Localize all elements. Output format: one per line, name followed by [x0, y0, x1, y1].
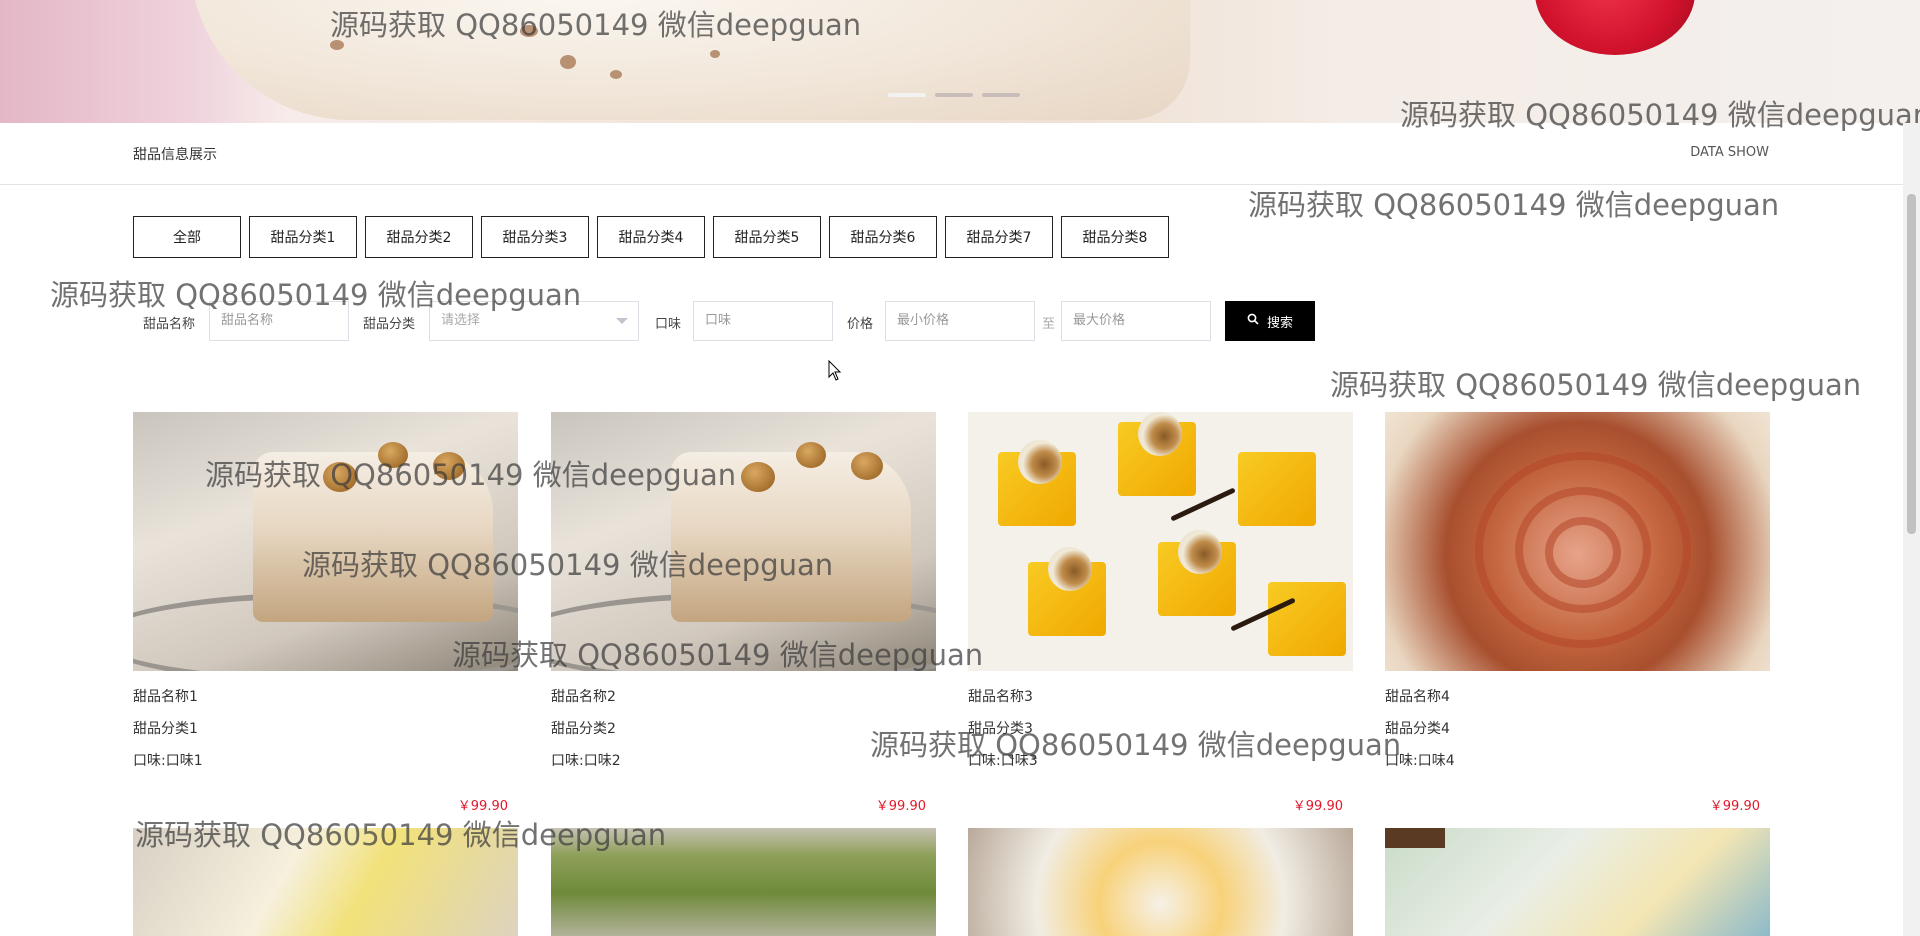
- page-scrollbar[interactable]: [1903, 123, 1920, 936]
- product-info: 甜品名称2 甜品分类2 口味:口味2 ￥99.90: [551, 671, 936, 814]
- ball-shape: [1178, 530, 1222, 574]
- category-label: 甜品分类: [363, 317, 416, 332]
- banner-strawberry-image: [1535, 0, 1695, 55]
- product-info: 甜品名称3 甜品分类3 口味:口味3 ￥99.90: [968, 671, 1353, 814]
- section-header: 甜品信息展示 DATA SHOW: [0, 123, 1920, 185]
- ball-shape: [1138, 412, 1182, 456]
- product-image[interactable]: [1385, 828, 1770, 936]
- search-icon: [1247, 313, 1259, 329]
- cube-shape: [1268, 582, 1346, 656]
- product-taste: 口味:口味3: [968, 753, 1038, 769]
- tab-category-6[interactable]: 甜品分类6: [829, 216, 937, 258]
- banner-crumb: [520, 25, 538, 37]
- nut-shape: [433, 452, 465, 480]
- product-info: 甜品名称4 甜品分类4 口味:口味4 ￥99.90: [1385, 671, 1770, 814]
- tab-category-1[interactable]: 甜品分类1: [249, 216, 357, 258]
- section-subtitle: DATA SHOW: [1690, 145, 1769, 160]
- taste-input[interactable]: 口味: [693, 301, 833, 341]
- banner-crumb: [610, 70, 622, 79]
- product-card[interactable]: 甜品名称2 甜品分类2 口味:口味2 ￥99.90: [551, 412, 936, 814]
- product-category: 甜品分类4: [1385, 721, 1450, 737]
- nut-shape: [323, 462, 357, 492]
- min-price-input[interactable]: 最小价格: [885, 301, 1035, 341]
- carousel-dot-2[interactable]: [935, 93, 973, 97]
- petal-shape: [1545, 517, 1621, 588]
- banner-carousel[interactable]: [0, 0, 1920, 123]
- carousel-dot-1[interactable]: [888, 93, 926, 97]
- cube-shape: [1238, 452, 1316, 526]
- watermark-text: 源码获取 QQ86050149 微信deepguan: [1330, 368, 1862, 402]
- product-price: ￥99.90: [457, 799, 508, 814]
- nut-shape: [741, 462, 775, 492]
- search-button[interactable]: 搜索: [1225, 301, 1315, 341]
- mouse-cursor-icon: [828, 359, 842, 386]
- product-name: 甜品名称3: [968, 689, 1033, 705]
- product-name: 甜品名称1: [133, 689, 198, 705]
- product-info: 甜品名称1 甜品分类1 口味:口味1 ￥99.90: [133, 671, 518, 814]
- product-card[interactable]: 甜品名称1 甜品分类1 口味:口味1 ￥99.90: [133, 412, 518, 814]
- tab-all[interactable]: 全部: [133, 216, 241, 258]
- price-separator: 至: [1042, 317, 1056, 332]
- carousel-indicators: [888, 93, 1020, 97]
- max-price-input[interactable]: 最大价格: [1061, 301, 1211, 341]
- product-taste: 口味:口味4: [1385, 753, 1455, 769]
- name-input[interactable]: 甜品名称: [209, 301, 349, 341]
- product-card[interactable]: [551, 828, 936, 936]
- product-price: ￥99.90: [1709, 799, 1760, 814]
- product-name: 甜品名称4: [1385, 689, 1450, 705]
- watermark-text: 源码获取 QQ86050149 微信deepguan: [1248, 188, 1780, 222]
- tab-category-5[interactable]: 甜品分类5: [713, 216, 821, 258]
- nut-shape: [851, 452, 883, 480]
- brand-logo: [1385, 828, 1445, 848]
- product-category: 甜品分类2: [551, 721, 616, 737]
- product-card[interactable]: [1385, 828, 1770, 936]
- ball-shape: [1018, 440, 1062, 484]
- name-label: 甜品名称: [143, 317, 196, 332]
- product-image[interactable]: [133, 828, 518, 936]
- nut-shape: [796, 442, 826, 468]
- product-taste: 口味:口味1: [133, 753, 203, 769]
- product-taste: 口味:口味2: [551, 753, 621, 769]
- taste-label: 口味: [655, 317, 682, 332]
- tab-category-8[interactable]: 甜品分类8: [1061, 216, 1169, 258]
- tab-category-3[interactable]: 甜品分类3: [481, 216, 589, 258]
- search-button-label: 搜索: [1266, 315, 1293, 331]
- product-category: 甜品分类1: [133, 721, 198, 737]
- chevron-down-icon: [616, 318, 628, 324]
- product-card[interactable]: [133, 828, 518, 936]
- category-select[interactable]: 请选择: [429, 301, 639, 341]
- product-image[interactable]: [551, 828, 936, 936]
- product-image[interactable]: [968, 828, 1353, 936]
- product-card[interactable]: 甜品名称3 甜品分类3 口味:口味3 ￥99.90: [968, 412, 1353, 814]
- section-title: 甜品信息展示: [133, 147, 217, 163]
- product-card[interactable]: 甜品名称4 甜品分类4 口味:口味4 ￥99.90: [1385, 412, 1770, 814]
- tab-category-4[interactable]: 甜品分类4: [597, 216, 705, 258]
- product-image[interactable]: [551, 412, 936, 671]
- tab-category-2[interactable]: 甜品分类2: [365, 216, 473, 258]
- tab-category-7[interactable]: 甜品分类7: [945, 216, 1053, 258]
- banner-crumb: [330, 40, 344, 50]
- product-image[interactable]: [968, 412, 1353, 671]
- banner-cake-image: [190, 0, 1190, 120]
- scrollbar-thumb[interactable]: [1907, 194, 1916, 534]
- product-price: ￥99.90: [875, 799, 926, 814]
- price-label: 价格: [847, 317, 874, 332]
- category-tabs: 全部 甜品分类1 甜品分类2 甜品分类3 甜品分类4 甜品分类5 甜品分类6 甜…: [133, 216, 1169, 258]
- product-price: ￥99.90: [1292, 799, 1343, 814]
- product-category: 甜品分类3: [968, 721, 1033, 737]
- category-select-value: 请选择: [441, 313, 481, 328]
- product-image[interactable]: [1385, 412, 1770, 671]
- nut-shape: [378, 442, 408, 468]
- banner-crumb: [710, 50, 720, 58]
- carousel-dot-3[interactable]: [982, 93, 1020, 97]
- banner-crumb: [560, 55, 576, 69]
- ball-shape: [1048, 547, 1092, 591]
- product-name: 甜品名称2: [551, 689, 616, 705]
- product-card[interactable]: [968, 828, 1353, 936]
- product-image[interactable]: [133, 412, 518, 671]
